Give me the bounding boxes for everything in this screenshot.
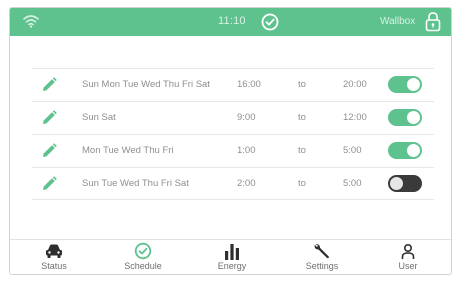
toggle-knob — [390, 177, 403, 190]
schedule-toggle[interactable] — [388, 142, 422, 159]
nav-settings[interactable]: Settings — [282, 240, 362, 274]
device-name: Wallbox — [380, 16, 416, 27]
start-time: 1:00 — [237, 145, 256, 156]
nav-user[interactable]: User — [368, 240, 448, 274]
toggle-knob — [407, 78, 420, 91]
pencil-icon[interactable] — [40, 142, 58, 160]
schedule-row: Sun Mon Tue Wed Thu Fri Sat 16:00 to 20:… — [32, 68, 434, 101]
nav-label: Status — [41, 261, 67, 271]
nav-label: Schedule — [124, 261, 162, 271]
lock-icon[interactable] — [424, 11, 442, 32]
car-icon — [46, 244, 62, 258]
bottom-nav: Status Schedule Energy Settings User — [10, 239, 451, 274]
nav-energy[interactable]: Energy — [192, 240, 272, 274]
wifi-icon — [23, 15, 39, 28]
to-label: to — [298, 145, 306, 156]
check-circle-icon — [134, 242, 152, 260]
schedule-list: Sun Mon Tue Wed Thu Fri Sat 16:00 to 20:… — [32, 68, 434, 200]
schedule-row: Sun Tue Wed Thu Fri Sat 2:00 to 5:00 — [32, 167, 434, 200]
schedule-days: Sun Mon Tue Wed Thu Fri Sat — [82, 79, 210, 90]
nav-label: Settings — [305, 261, 339, 271]
schedule-days: Mon Tue Wed Thu Fri — [82, 145, 174, 156]
pencil-icon[interactable] — [40, 109, 58, 127]
nav-status[interactable]: Status — [14, 240, 94, 274]
app-window: 11:10 Wallbox Sun Mon Tue Wed Thu Fri Sa… — [9, 7, 452, 275]
nav-schedule[interactable]: Schedule — [103, 240, 183, 274]
to-label: to — [298, 178, 306, 189]
pencil-icon[interactable] — [40, 175, 58, 193]
schedule-row: Mon Tue Wed Thu Fri 1:00 to 5:00 — [32, 134, 434, 167]
status-header: 11:10 Wallbox — [10, 8, 451, 36]
schedule-row: Sun Sat 9:00 to 12:00 — [32, 101, 434, 134]
pencil-icon[interactable] — [40, 76, 58, 94]
start-time: 16:00 — [237, 79, 261, 90]
schedule-toggle[interactable] — [388, 76, 422, 93]
start-time: 9:00 — [237, 112, 256, 123]
end-time: 20:00 — [343, 79, 367, 90]
to-label: to — [298, 79, 306, 90]
schedule-days: Sun Tue Wed Thu Fri Sat — [82, 178, 189, 189]
to-label: to — [298, 112, 306, 123]
clock-time: 11:10 — [218, 15, 246, 27]
start-time: 2:00 — [237, 178, 256, 189]
end-time: 5:00 — [343, 145, 362, 156]
end-time: 5:00 — [343, 178, 362, 189]
end-time: 12:00 — [343, 112, 367, 123]
schedule-days: Sun Sat — [82, 112, 116, 123]
toggle-knob — [407, 111, 420, 124]
check-circle-icon — [261, 13, 279, 31]
schedule-toggle[interactable] — [388, 175, 422, 192]
user-icon — [401, 243, 415, 259]
wrench-icon — [314, 244, 329, 259]
schedule-toggle[interactable] — [388, 109, 422, 126]
bar-chart-icon — [225, 244, 239, 260]
nav-label: Energy — [217, 261, 247, 271]
nav-label: User — [398, 261, 418, 271]
toggle-knob — [407, 144, 420, 157]
